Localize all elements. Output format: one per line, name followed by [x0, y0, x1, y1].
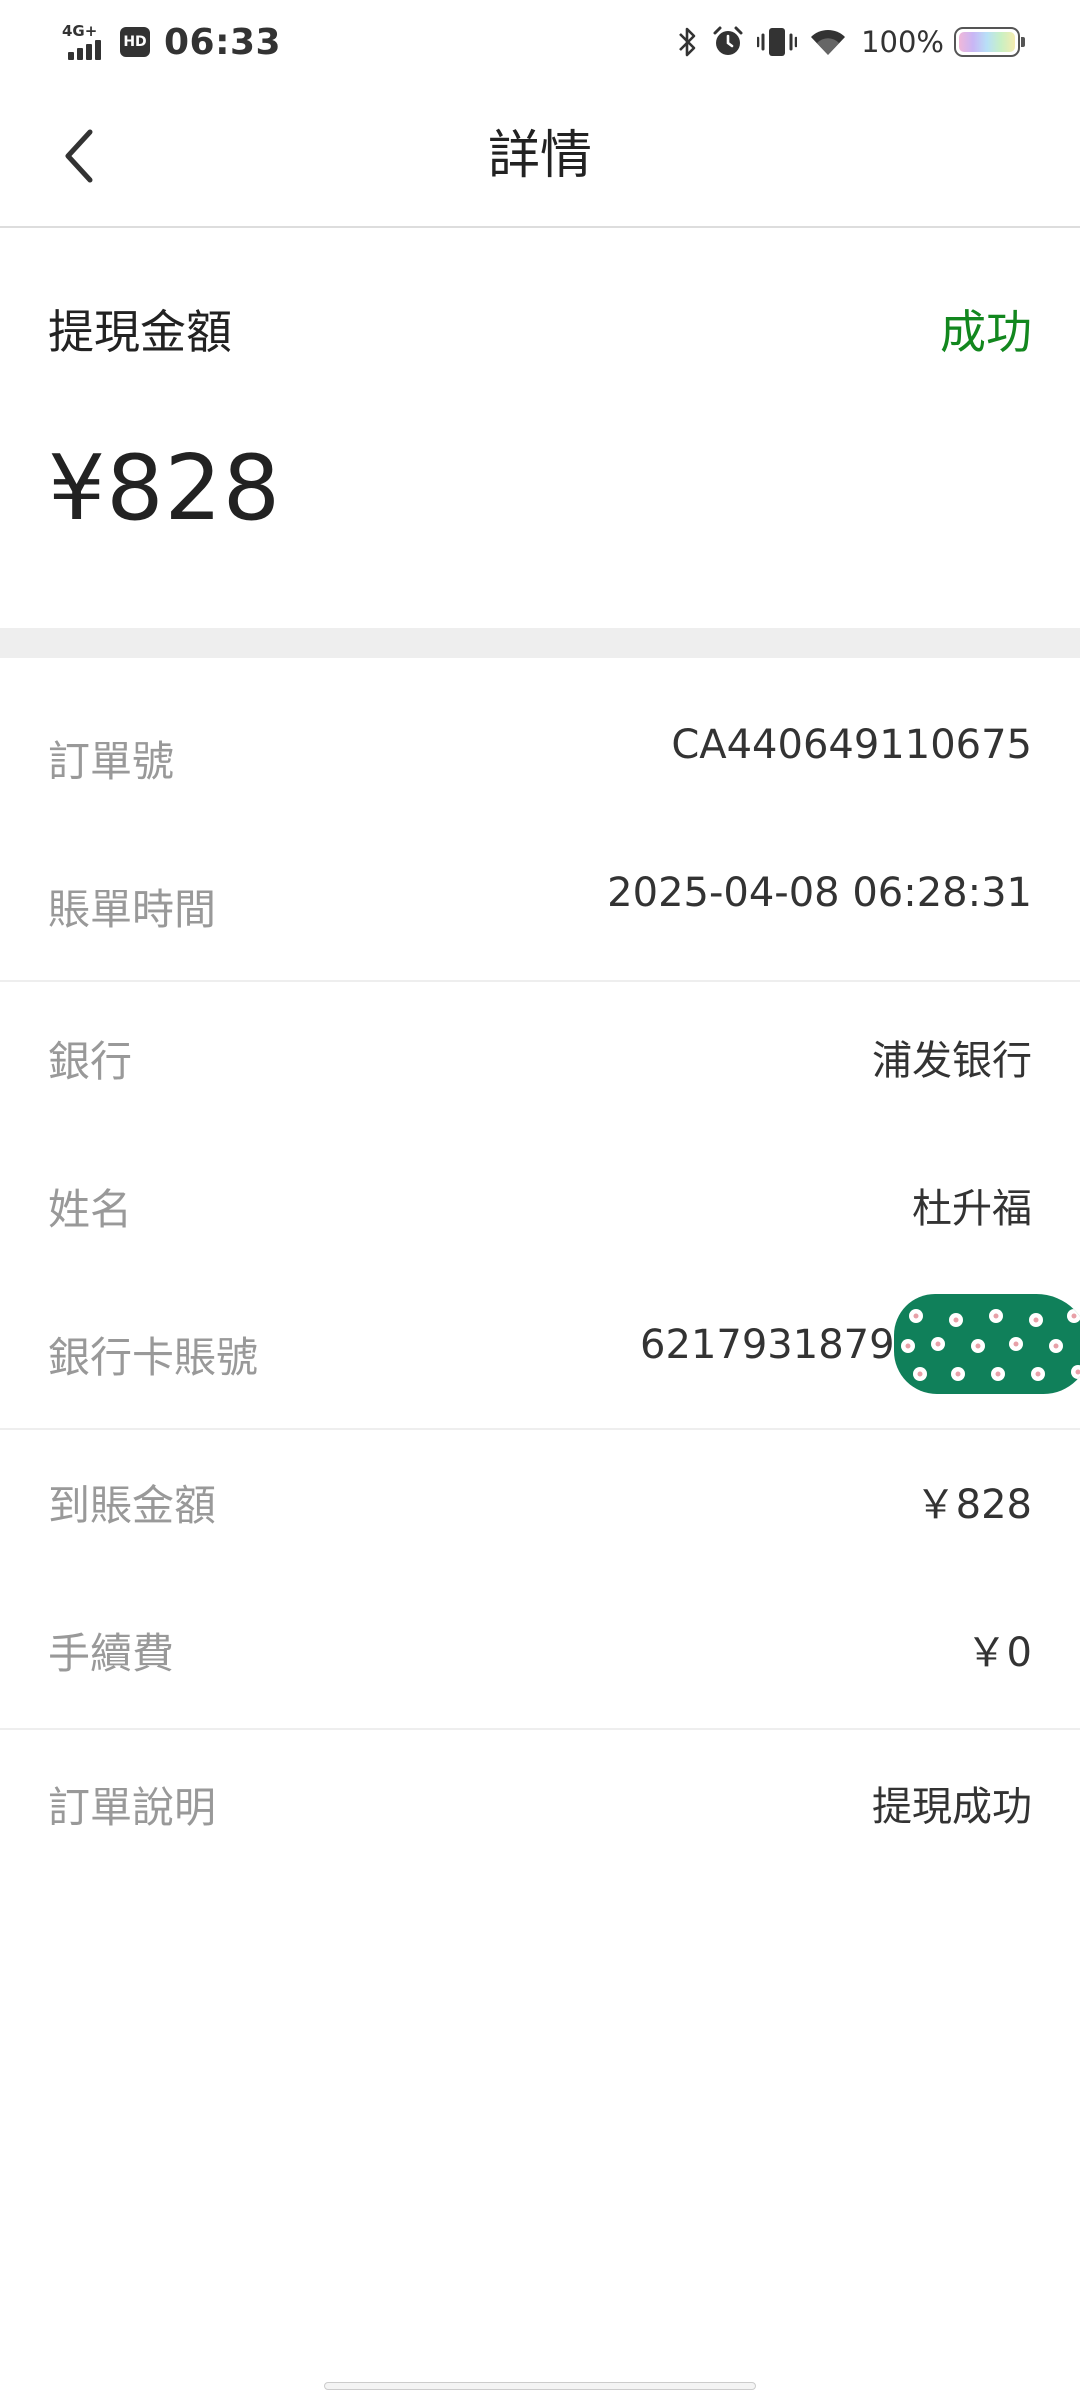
order-no-label: 訂單號 — [48, 737, 175, 786]
detail-row-order-no: 訂單號 CA440649110675 — [0, 678, 1080, 826]
status-bar-left: 4G+ HD 06:33 — [62, 18, 281, 66]
detail-row-bill-time: 賬單時間 2025-04-08 06:28:31 — [0, 826, 1080, 974]
bluetooth-icon — [677, 25, 699, 59]
order-note-value: 提現成功 — [872, 1784, 1032, 1830]
fee-value: ￥0 — [966, 1630, 1032, 1676]
cellular-signal-icon: 4G+ — [62, 22, 106, 62]
battery-cap — [1021, 37, 1025, 47]
top-app-bar: 詳情 — [0, 84, 1080, 228]
withdrawal-detail-page: 4G+ HD 06:33 100% 詳情 提現金額 成功 ¥828 訂單號 CA… — [0, 0, 1080, 2400]
signal-bars — [68, 40, 101, 60]
detail-row-fee: 手續費 ￥0 — [0, 1572, 1080, 1720]
alarm-icon — [711, 25, 745, 59]
battery-level-fill — [959, 32, 1015, 52]
bank-label: 銀行 — [48, 1037, 133, 1086]
battery-icon — [954, 27, 1025, 57]
card-no-value: 62179318792 — [640, 1322, 920, 1368]
name-value: 杜升福 — [912, 1186, 1032, 1232]
received-amount-value: ￥828 — [915, 1482, 1032, 1528]
vibrate-icon — [757, 25, 798, 59]
detail-row-name: 姓名 杜升福 — [0, 1124, 1080, 1272]
wifi-icon — [809, 27, 847, 57]
status-badge: 成功 — [940, 305, 1032, 359]
card-no-label: 銀行卡賬號 — [48, 1333, 259, 1382]
withdrawal-amount: ¥828 — [48, 436, 282, 541]
detail-row-bank: 銀行 浦发银行 — [0, 976, 1080, 1124]
home-indicator[interactable] — [324, 2382, 756, 2390]
bill-time-value: 2025-04-08 06:28:31 — [607, 870, 1032, 916]
detail-row-received-amount: 到賬金額 ￥828 — [0, 1424, 1080, 1572]
hd-icon: HD — [120, 27, 150, 57]
detail-row-order-note: 訂單說明 提現成功 — [0, 1724, 1080, 1872]
order-no-value: CA440649110675 — [671, 722, 1032, 768]
received-amount-label: 到賬金額 — [48, 1481, 217, 1530]
detail-row-card-no: 銀行卡賬號 62179318792 — [0, 1272, 1080, 1420]
withdrawal-summary: 提現金額 成功 ¥828 — [0, 228, 1080, 628]
section-divider — [0, 628, 1080, 658]
page-title: 詳情 — [487, 126, 592, 186]
redaction-sticker — [894, 1294, 1080, 1394]
withdrawal-amount-label: 提現金額 — [48, 305, 232, 359]
bank-value: 浦发银行 — [872, 1038, 1032, 1084]
clock-time: 06:33 — [164, 21, 282, 63]
status-bar-right: 100% — [665, 18, 1025, 66]
name-label: 姓名 — [48, 1185, 133, 1234]
network-type-label: 4G+ — [62, 22, 98, 40]
bill-time-label: 賬單時間 — [48, 885, 217, 934]
fee-label: 手續費 — [48, 1629, 175, 1678]
status-bar: 4G+ HD 06:33 100% — [0, 0, 1080, 84]
order-note-label: 訂單說明 — [48, 1783, 217, 1832]
battery-percent: 100% — [861, 25, 944, 59]
